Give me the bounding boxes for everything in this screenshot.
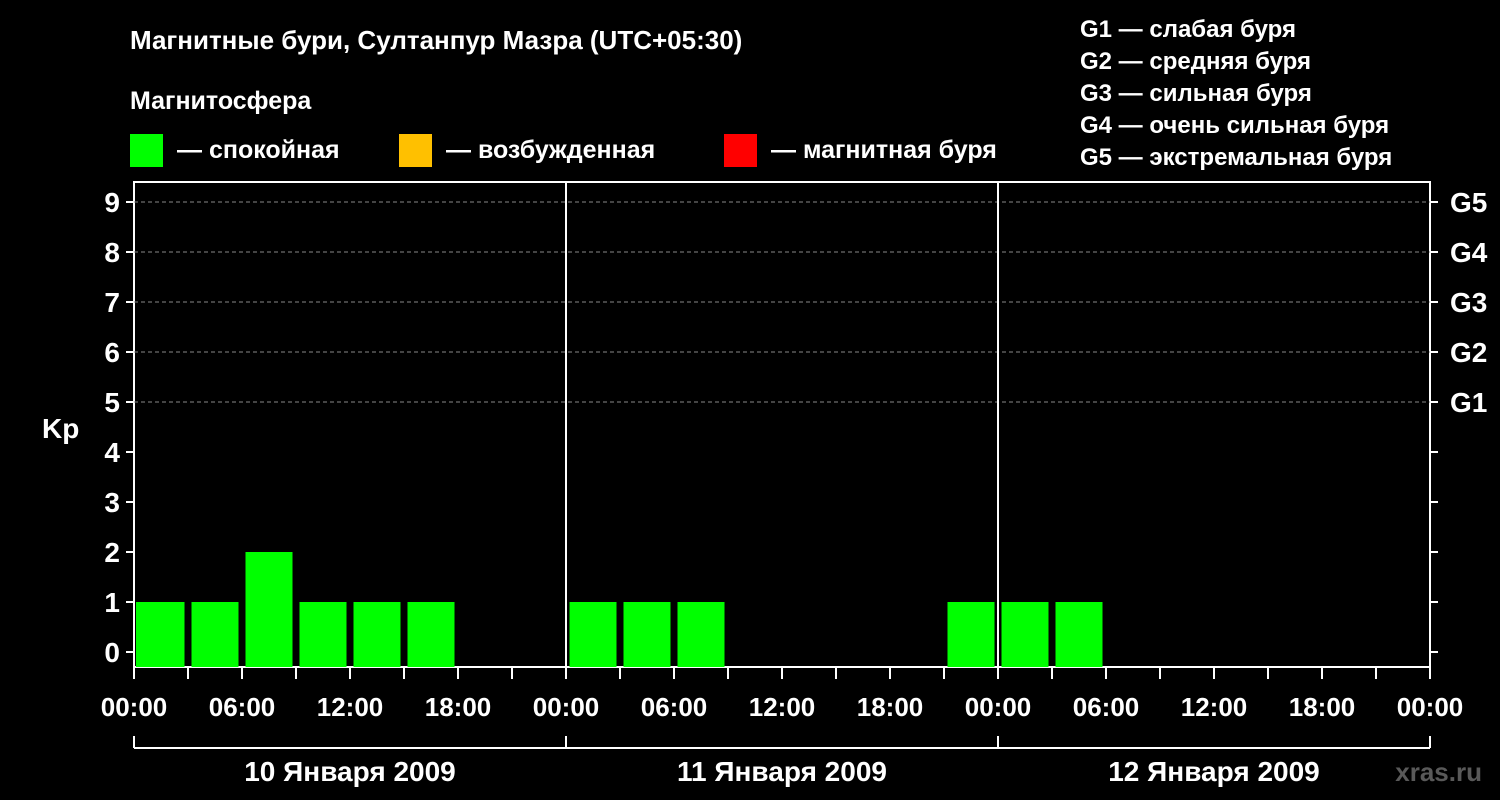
kp-bar-1 (191, 602, 239, 667)
kp-bar-3 (299, 602, 347, 667)
kp-bar-4 (353, 602, 401, 667)
y-tick-label-4: 4 (104, 437, 120, 468)
x-tick-label-4: 00:00 (533, 692, 600, 722)
watermark: xras.ru (1395, 757, 1482, 787)
g-scale-item-g1: G1 — слабая буря (1080, 16, 1296, 43)
g-level-label-g1: G1 (1450, 387, 1487, 418)
legend-swatch-storm (724, 134, 757, 167)
kp-bar-10 (1001, 602, 1049, 667)
y-tick-label-2: 2 (104, 537, 120, 568)
plot-frame (133, 181, 1431, 668)
g-level-label-g4: G4 (1450, 237, 1488, 268)
x-tick-label-1: 06:00 (209, 692, 276, 722)
y-tick-label-6: 6 (104, 337, 120, 368)
chart-title: Магнитные бури, Султанпур Мазра (UTC+05:… (130, 25, 742, 55)
x-tick-label-12: 00:00 (1397, 692, 1464, 722)
kp-bar-5 (407, 602, 455, 667)
y-tick-label-9: 9 (104, 187, 120, 218)
y-tick-label-7: 7 (104, 287, 120, 318)
y-tick-label-0: 0 (104, 637, 120, 668)
g-scale-item-g5: G5 — экстремальная буря (1080, 144, 1392, 171)
legend-label-storm: — магнитная буря (771, 136, 997, 164)
day-label-2: 11 Января 2009 (677, 756, 887, 787)
day-label-1: 10 Января 2009 (244, 756, 456, 787)
y-tick-label-3: 3 (104, 487, 120, 518)
x-tick-label-2: 12:00 (317, 692, 384, 722)
legend-item-excited: — возбужденная (399, 134, 655, 167)
x-tick-label-3: 18:00 (425, 692, 492, 722)
y-tick-label-1: 1 (104, 587, 120, 618)
g-scale-item-g2: G2 — средняя буря (1080, 48, 1311, 75)
plot-area: 0 1 2 3 4 5 6 7 8 9 G1 G2 G3 G4 G5 00:00 06:00 12:00 18:00… (101, 181, 1488, 787)
g-scale-item-g3: G3 — сильная буря (1080, 80, 1312, 107)
g-scale-item-g4: G4 — очень сильная буря (1080, 112, 1389, 139)
x-tick-label-8: 00:00 (965, 692, 1032, 722)
kp-bar-9 (947, 602, 995, 667)
kp-chart: Магнитные бури, Султанпур Мазра (UTC+05:… (42, 16, 1488, 787)
kp-bar-2 (245, 552, 293, 667)
day-label-3: 12 Января 2009 (1108, 756, 1320, 787)
x-tick-label-9: 06:00 (1073, 692, 1140, 722)
y-axis-label: Kp (42, 413, 79, 444)
kp-bar-11 (1055, 602, 1103, 667)
y-tick-label-8: 8 (104, 237, 120, 268)
legend-item-quiet: — спокойная (130, 134, 340, 167)
x-tick-label-11: 18:00 (1289, 692, 1356, 722)
x-tick-label-0: 00:00 (101, 692, 168, 722)
legend-swatch-quiet (130, 134, 163, 167)
g-level-label-g2: G2 (1450, 337, 1487, 368)
legend-heading: Магнитосфера (130, 87, 312, 115)
kp-bar-8 (677, 602, 725, 667)
legend-label-quiet: — спокойная (177, 136, 340, 164)
x-tick-label-7: 18:00 (857, 692, 924, 722)
g-level-label-g5: G5 (1450, 187, 1487, 218)
x-tick-label-5: 06:00 (641, 692, 708, 722)
g-level-label-g3: G3 (1450, 287, 1487, 318)
x-tick-label-6: 12:00 (749, 692, 816, 722)
g-scale-legend: G1 — слабая буря G2 — средняя буря G3 — … (1080, 16, 1392, 171)
kp-bar-0 (136, 602, 185, 667)
legend-label-excited: — возбужденная (446, 136, 655, 164)
kp-bar-7 (623, 602, 671, 667)
kp-bar-6 (569, 602, 617, 667)
legend-swatch-excited (399, 134, 432, 167)
y-tick-label-5: 5 (104, 387, 120, 418)
x-tick-label-10: 12:00 (1181, 692, 1248, 722)
legend-item-storm: — магнитная буря (724, 134, 997, 167)
